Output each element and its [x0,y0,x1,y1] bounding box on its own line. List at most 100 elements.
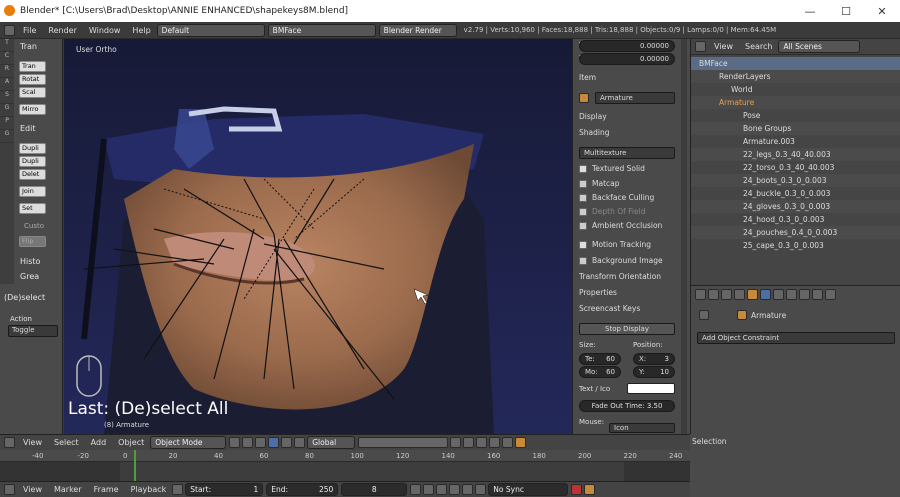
manipulator-icon[interactable] [255,437,267,448]
position-x-field[interactable]: X: 3 [633,353,675,365]
record-icon[interactable] [571,484,583,495]
scene-select[interactable]: BMFace [267,23,376,37]
transform-orientation-select[interactable]: Global [307,436,356,449]
timeline[interactable]: -40-200204060801001201401601802002202402… [0,450,728,481]
mouse-mode-select[interactable]: Icon [609,423,675,433]
interaction-mode-select[interactable]: Object Mode [150,436,227,449]
translate-manipulator-icon[interactable] [268,437,280,448]
translate-button[interactable]: Tran [19,61,46,72]
3d-viewport[interactable]: User Ortho Last: (De)select All (8) Arma… [64,39,572,434]
menu-help[interactable]: Help [126,26,156,35]
material-tab-icon[interactable] [812,289,823,300]
tab-tools[interactable]: T [0,39,14,52]
set-origin-button[interactable]: Set [19,203,46,214]
outliner-row-mesh[interactable]: 24_hood_0.3_0_0.003 [691,213,900,226]
snap-icon[interactable] [476,437,488,448]
timeline-frame-menu[interactable]: Frame [88,485,125,494]
scale-button[interactable]: Scal [19,87,46,98]
jump-end-icon[interactable] [475,484,487,495]
tab-create[interactable]: C [0,52,14,65]
use-preview-range-icon[interactable] [172,484,184,495]
end-frame-field[interactable]: End: 250 [266,483,339,496]
viewport-view-menu[interactable]: View [17,438,48,447]
outliner-row-mesh[interactable]: 24_gloves_0.3_0_0.003 [691,200,900,213]
screencast-keys-header[interactable]: Screencast Keys [579,304,640,313]
shading-icon[interactable] [229,437,241,448]
npanel-scrollbar[interactable] [681,39,687,434]
outliner-row-armature[interactable]: Armature [691,96,900,109]
outliner-row-mesh[interactable]: 24_boots_0.3_0_0.003 [691,174,900,187]
duplicate-linked-button[interactable]: Dupli [19,156,46,167]
maximize-button[interactable]: ☐ [828,0,864,22]
history-panel-header[interactable]: Histo [20,257,40,266]
play-icon[interactable] [449,484,461,495]
mirror-button[interactable]: Mirro [19,104,46,115]
delete-button[interactable]: Delet [19,169,46,180]
outliner-row-mesh[interactable]: 22_torso_0.3_40_40.003 [691,161,900,174]
text-size-field[interactable]: Te: 60 [579,353,621,365]
layers-tab-icon[interactable] [708,289,719,300]
fade-out-time-field[interactable]: Fade Out Time: 3.50 [579,400,675,412]
outliner-row-pose[interactable]: Pose [691,109,900,122]
viewport-select-menu[interactable]: Select [48,438,85,447]
backface-culling-checkbox[interactable]: Backface Culling [579,193,654,202]
outliner-row-world[interactable]: World [691,83,900,96]
edit-panel-header[interactable]: Edit [20,124,36,133]
outliner-row-renderlayers[interactable]: RenderLayers [691,70,900,83]
textured-solid-checkbox[interactable]: Textured Solid [579,164,645,173]
current-frame-field[interactable]: 8 [341,483,408,496]
depth-of-field-checkbox[interactable]: Depth Of Field [579,207,645,216]
jump-next-key-icon[interactable] [462,484,474,495]
duplicate-button[interactable]: Dupli [19,143,46,154]
outliner-editor-icon[interactable] [695,41,706,52]
rotate-manipulator-icon[interactable] [281,437,293,448]
shading-mode-select[interactable]: Multitexture [579,147,675,159]
keying-set-icon[interactable] [584,484,596,495]
layout-select[interactable]: Default [156,23,265,37]
ambient-occlusion-checkbox[interactable]: Ambient Occlusion [579,221,662,230]
transform-orientation-header[interactable]: Transform Orientation [579,272,661,281]
tab-shading[interactable]: S [0,91,14,104]
z-location-field[interactable]: 0.00000 [579,53,675,65]
properties-panel-header[interactable]: Properties [579,288,617,297]
outliner-row-mesh[interactable]: 24_pouches_0.4_0_0.003 [691,226,900,239]
outliner-view-menu[interactable]: View [708,42,739,51]
outliner-row-armature-data[interactable]: Armature.003 [691,135,900,148]
bone-tab-icon[interactable] [799,289,810,300]
layer-buttons[interactable] [358,437,449,448]
tab-grease-2[interactable]: G [0,130,14,143]
grease-panel-header[interactable]: Grea [20,272,39,281]
data-tab-icon[interactable] [786,289,797,300]
outliner-search-menu[interactable]: Search [739,42,778,51]
render-tab-icon[interactable] [695,289,706,300]
flip-button[interactable]: Flip [19,236,46,247]
display-panel-header[interactable]: Display [579,112,607,121]
outliner-row-mesh[interactable]: 22_legs_0.3_40_40.003 [691,148,900,161]
world-tab-icon[interactable] [734,289,745,300]
viewport-object-menu[interactable]: Object [112,438,150,447]
menu-file[interactable]: File [17,26,42,35]
info-editor-icon[interactable] [4,24,15,36]
matcap-checkbox[interactable]: Matcap [579,179,620,188]
viewport-editor-icon[interactable] [4,437,15,448]
outliner-row-mesh[interactable]: 24_buckle_0.3_0_0.003 [691,187,900,200]
position-y-field[interactable]: Y: 10 [633,366,675,378]
y-location-field[interactable]: 0.00000 [579,40,675,52]
motion-tracking-header[interactable]: Motion Tracking [579,240,651,249]
jump-start-icon[interactable] [410,484,422,495]
scale-manipulator-icon[interactable] [294,437,306,448]
snap-target-icon[interactable] [489,437,501,448]
operator-panel-header[interactable]: (De)select [4,293,45,302]
outliner-row-mesh[interactable]: 25_cape_0.3_0_0.003 [691,239,900,252]
menu-render[interactable]: Render [42,26,82,35]
object-name-field[interactable]: Armature [595,92,675,104]
render-preview-icon[interactable] [463,437,475,448]
pin-icon[interactable] [699,310,709,320]
tab-relations[interactable]: R [0,65,14,78]
outliner-row-bone-groups[interactable]: Bone Groups [691,122,900,135]
lock-icon[interactable] [450,437,462,448]
sync-mode-select[interactable]: No Sync [488,483,569,496]
add-object-constraint-select[interactable]: Add Object Constraint [697,332,895,344]
frame-cursor[interactable] [133,450,136,481]
constraints-tab-icon[interactable] [760,289,771,300]
